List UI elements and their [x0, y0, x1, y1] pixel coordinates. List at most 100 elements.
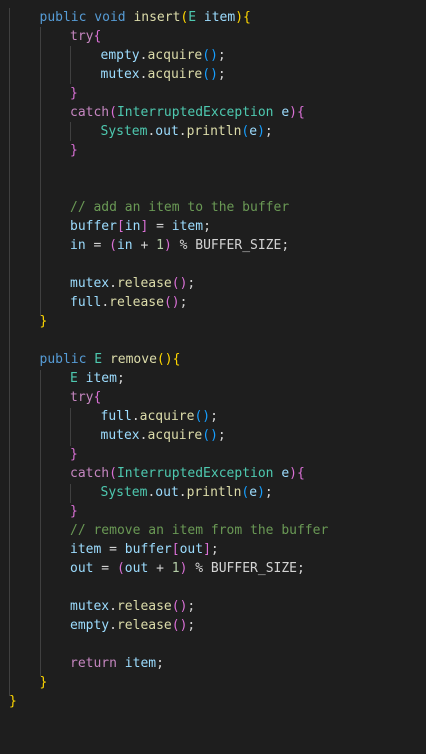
code-token: ( [109, 466, 117, 481]
code-line[interactable]: out = (out + 1) % BUFFER_SIZE; [70, 559, 305, 578]
code-token: mutex [70, 276, 110, 291]
code-token: acquire [147, 48, 203, 63]
code-line[interactable]: } [40, 673, 48, 692]
code-line[interactable]: } [40, 312, 48, 331]
code-token: { [297, 466, 305, 481]
code-token: [ [116, 219, 125, 234]
code-line[interactable]: catch(InterruptedException e){ [70, 464, 305, 483]
code-line[interactable]: } [9, 692, 17, 711]
code-token: ) [257, 124, 265, 139]
code-token: ; [179, 295, 188, 310]
code-token: } [70, 86, 78, 101]
code-line[interactable]: try{ [70, 27, 101, 46]
code-line[interactable]: public void insert(E item){ [40, 8, 251, 27]
code-token: item [203, 10, 236, 25]
code-token: in [124, 219, 141, 234]
code-line[interactable]: E item; [70, 369, 125, 388]
code-token: ( [109, 238, 117, 253]
code-token: ; [210, 542, 219, 557]
code-token: empty [100, 48, 140, 63]
code-line[interactable]: mutex.acquire(); [101, 426, 226, 445]
code-token: . [109, 599, 117, 614]
code-token: ) [163, 238, 172, 253]
code-token: acquire [147, 67, 203, 82]
code-editor[interactable]: public void insert(E item){try{empty.acq… [0, 0, 426, 754]
code-token: mutex [70, 599, 110, 614]
code-token: } [39, 314, 48, 329]
code-token: in [70, 238, 86, 253]
code-token: ) [289, 466, 297, 481]
code-token: . [131, 409, 140, 424]
code-line[interactable]: mutex.release(); [70, 274, 195, 293]
code-line[interactable]: buffer[in] = item; [70, 217, 211, 236]
code-token: . [178, 124, 187, 139]
code-line[interactable]: in = (in + 1) % BUFFER_SIZE; [70, 236, 289, 255]
code-line[interactable]: // remove an item from the buffer [70, 521, 328, 540]
code-token: ; [217, 67, 226, 82]
code-line[interactable]: mutex.release(); [70, 597, 195, 616]
code-token: 1 [171, 561, 180, 576]
code-token: () [156, 352, 173, 367]
code-line[interactable]: empty.acquire(); [101, 46, 226, 65]
code-token: in [116, 238, 133, 253]
code-token: remove [109, 352, 157, 367]
code-token: mutex [100, 67, 140, 82]
code-token: . [178, 485, 187, 500]
code-token: E [94, 352, 103, 367]
code-token: buffer [70, 219, 117, 234]
code-token: . [109, 276, 117, 291]
code-token: insert [133, 10, 181, 25]
code-token: ; [210, 409, 218, 424]
indent-guide [70, 46, 71, 84]
code-token: () [171, 276, 188, 291]
code-line[interactable]: } [70, 502, 78, 521]
code-token: out [155, 485, 179, 500]
code-token: mutex [100, 428, 140, 443]
code-line[interactable]: System.out.println(e); [101, 122, 273, 141]
code-line[interactable]: try{ [70, 388, 101, 407]
code-line[interactable]: } [70, 141, 78, 160]
code-line[interactable]: } [70, 445, 78, 464]
code-token: } [70, 143, 78, 158]
code-line[interactable]: full.release(); [70, 293, 187, 312]
code-token: InterruptedException [116, 105, 274, 120]
code-token: . [101, 295, 110, 310]
code-line[interactable]: System.out.println(e); [101, 483, 273, 502]
code-token: item [70, 542, 102, 557]
code-token: catch [70, 466, 110, 481]
code-token: ; [217, 428, 226, 443]
code-line[interactable]: // add an item to the buffer [70, 198, 289, 217]
code-token: = [101, 542, 125, 557]
code-token: release [116, 599, 172, 614]
code-token: = [148, 219, 172, 234]
code-line[interactable]: item = buffer[out]; [70, 540, 219, 559]
code-token: } [9, 694, 17, 709]
indent-guide [70, 122, 71, 141]
code-token: ] [203, 542, 211, 557]
code-token: ) [289, 105, 297, 120]
code-token: e [249, 124, 258, 139]
indent-guide [40, 370, 41, 676]
code-line[interactable]: mutex.acquire(); [101, 65, 226, 84]
code-line[interactable]: catch(InterruptedException e){ [70, 103, 305, 122]
code-token: () [202, 48, 218, 63]
code-token: catch [70, 105, 110, 120]
code-token: 1 [156, 238, 164, 253]
code-token: InterruptedException [116, 466, 274, 481]
code-token: + [132, 238, 157, 253]
code-token: item [171, 219, 204, 234]
code-token: public [39, 10, 87, 25]
code-token: release [116, 276, 172, 291]
code-token: acquire [139, 409, 195, 424]
code-token: item [124, 656, 157, 671]
indent-guide [40, 27, 41, 316]
code-line[interactable]: } [70, 84, 78, 103]
code-line[interactable]: return item; [70, 654, 164, 673]
code-token: e [281, 466, 290, 481]
code-token: out [70, 561, 94, 576]
code-line[interactable]: full.acquire(); [101, 407, 218, 426]
code-line[interactable]: empty.release(); [70, 616, 195, 635]
code-line[interactable]: public E remove(){ [40, 350, 181, 369]
code-token: void [94, 10, 126, 25]
